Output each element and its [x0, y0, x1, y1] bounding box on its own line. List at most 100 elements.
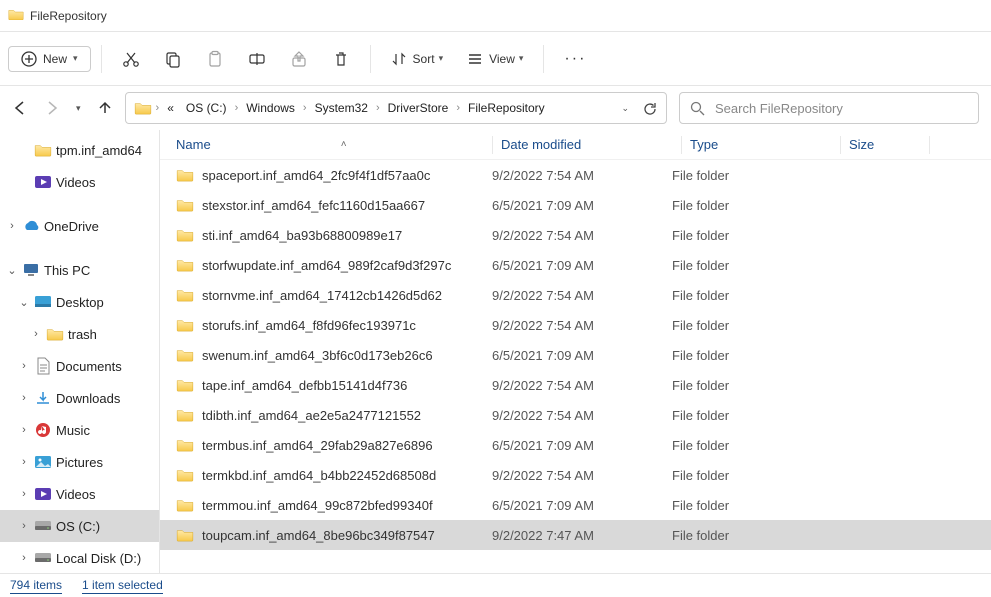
breadcrumb-item[interactable]: System32	[311, 99, 372, 117]
breadcrumb-item[interactable]: OS (C:)	[182, 99, 231, 117]
tree-chevron-icon[interactable]: ›	[18, 424, 30, 436]
file-row[interactable]: storfwupdate.inf_amd64_989f2caf9d3f297c6…	[160, 250, 991, 280]
column-size[interactable]: Size	[849, 137, 929, 152]
file-name: swenum.inf_amd64_3bf6c0d173eb26c6	[202, 348, 433, 363]
search-bar[interactable]	[679, 92, 979, 124]
sidebar-item[interactable]: ›Music	[0, 414, 159, 446]
sort-button[interactable]: Sort ▾	[381, 45, 454, 73]
sidebar-item[interactable]: ›OneDrive	[0, 210, 159, 242]
file-row[interactable]: termkbd.inf_amd64_b4bb22452d68508d9/2/20…	[160, 460, 991, 490]
cut-button[interactable]	[112, 44, 150, 74]
file-row[interactable]: tdibth.inf_amd64_ae2e5a24771215529/2/202…	[160, 400, 991, 430]
file-date: 9/2/2022 7:54 AM	[492, 228, 672, 243]
sidebar-item[interactable]: ⌄ Desktop	[0, 286, 159, 318]
recent-dropdown[interactable]: ▾	[76, 103, 81, 114]
address-dropdown[interactable]: ⌄	[621, 103, 629, 114]
tree-chevron-icon[interactable]: ›	[18, 456, 30, 468]
file-date: 6/5/2021 7:09 AM	[492, 438, 672, 453]
column-type[interactable]: Type	[690, 137, 840, 152]
file-row[interactable]: sti.inf_amd64_ba93b68800989e17 9/2/2022 7…	[160, 220, 991, 250]
chevron-right-icon: ›	[156, 102, 160, 114]
tree-chevron-icon[interactable]: ›	[6, 220, 18, 232]
folder-icon	[176, 198, 194, 212]
file-date: 9/2/2022 7:54 AM	[492, 468, 672, 483]
sidebar-item[interactable]: ›OS (C:)	[0, 510, 159, 542]
file-row[interactable]: stornvme.inf_amd64_17412cb1426d5d629/2/2…	[160, 280, 991, 310]
tree-chevron-icon[interactable]: ›	[18, 360, 30, 372]
delete-button[interactable]	[322, 44, 360, 74]
file-row[interactable]: stexstor.inf_amd64_fefc1160d15aa6676/5/2…	[160, 190, 991, 220]
search-input[interactable]	[715, 101, 968, 116]
breadcrumb-item[interactable]: DriverStore	[384, 99, 453, 117]
paste-icon	[206, 50, 224, 68]
forward-button[interactable]	[44, 100, 60, 116]
sidebar-item[interactable]: tpm.inf_amd64	[0, 134, 159, 166]
sort-label: Sort	[413, 52, 435, 66]
chevron-right-icon: ›	[303, 102, 307, 114]
refresh-button[interactable]	[643, 101, 658, 116]
address-bar[interactable]: › « OS (C:)›Windows›System32›DriverStore…	[125, 92, 667, 124]
sidebar-item[interactable]: ›trash	[0, 318, 159, 350]
file-row[interactable]: toupcam.inf_amd64_8be96bc349f875479/2/20…	[160, 520, 991, 550]
back-button[interactable]	[12, 100, 28, 116]
content-area: Name˄ Date modified Type Size spaceport.…	[160, 130, 991, 573]
file-type: File folder	[672, 198, 822, 213]
more-button[interactable]: ···	[554, 44, 596, 74]
toolbar: New ▾ Sort ▾ View ▾ ···	[0, 32, 991, 86]
breadcrumb-list: OS (C:)›Windows›System32›DriverStore›Fil…	[182, 99, 549, 117]
file-row[interactable]: spaceport.inf_amd64_2fc9f4f1df57aa0c9/2/…	[160, 160, 991, 190]
new-label: New	[43, 52, 67, 66]
file-row[interactable]: swenum.inf_amd64_3bf6c0d173eb26c66/5/202…	[160, 340, 991, 370]
file-name: sti.inf_amd64_ba93b68800989e17	[202, 228, 402, 243]
tree-chevron-icon[interactable]: ⌄	[6, 264, 18, 277]
sidebar-item[interactable]: ›Videos	[0, 478, 159, 510]
sidebar-item-label: Desktop	[56, 295, 104, 310]
file-type: File folder	[672, 318, 822, 333]
ellipsis-icon: ···	[564, 50, 586, 68]
sidebar-item[interactable]: ›Pictures	[0, 446, 159, 478]
sidebar-item-label: Videos	[56, 175, 96, 190]
breadcrumb-item[interactable]: FileRepository	[464, 99, 549, 117]
tree-chevron-icon[interactable]: ›	[18, 392, 30, 404]
breadcrumb-overflow[interactable]: «	[163, 99, 178, 117]
tree-chevron-icon[interactable]: ›	[18, 552, 30, 564]
share-button[interactable]	[280, 44, 318, 74]
view-button[interactable]: View ▾	[457, 45, 533, 73]
up-button[interactable]	[97, 100, 113, 116]
tree-chevron-icon[interactable]: ›	[18, 488, 30, 500]
file-row[interactable]: termbus.inf_amd64_29fab29a827e68966/5/20…	[160, 430, 991, 460]
folder-icon	[34, 141, 52, 159]
file-type: File folder	[672, 288, 822, 303]
file-row[interactable]: tape.inf_amd64_defbb15141d4f7369/2/2022 …	[160, 370, 991, 400]
view-label: View	[489, 52, 515, 66]
breadcrumb-item[interactable]: Windows	[242, 99, 299, 117]
file-name: stexstor.inf_amd64_fefc1160d15aa667	[202, 198, 425, 213]
folder-icon	[176, 258, 194, 272]
sidebar-item[interactable]: ⌄This PC	[0, 254, 159, 286]
column-name[interactable]: Name˄	[176, 137, 492, 152]
trash-icon	[332, 50, 350, 68]
sidebar: tpm.inf_amd64Videos›OneDrive⌄This PC⌄Des…	[0, 130, 160, 573]
tree-chevron-icon[interactable]: ⌄	[18, 296, 30, 309]
sidebar-item[interactable]: ›Downloads	[0, 382, 159, 414]
rename-button[interactable]	[238, 44, 276, 74]
sidebar-item[interactable]: ›Documents	[0, 350, 159, 382]
tree-chevron-icon[interactable]: ›	[30, 328, 42, 340]
window-title: FileRepository	[30, 9, 107, 23]
paste-button[interactable]	[196, 44, 234, 74]
sidebar-item[interactable]: Videos	[0, 166, 159, 198]
sidebar-item[interactable]: ›Local Disk (D:)	[0, 542, 159, 573]
copy-button[interactable]	[154, 44, 192, 74]
file-type: File folder	[672, 378, 822, 393]
tree-chevron-icon[interactable]: ›	[18, 520, 30, 532]
new-button[interactable]: New ▾	[8, 46, 91, 72]
desktop-icon	[34, 293, 52, 311]
file-date: 6/5/2021 7:09 AM	[492, 498, 672, 513]
file-row[interactable]: storufs.inf_amd64_f8fd96fec193971c9/2/20…	[160, 310, 991, 340]
chevron-down-icon: ▾	[73, 53, 78, 64]
column-date[interactable]: Date modified	[501, 137, 681, 152]
file-list[interactable]: spaceport.inf_amd64_2fc9f4f1df57aa0c9/2/…	[160, 160, 991, 573]
folder-icon	[176, 228, 194, 242]
file-row[interactable]: termmou.inf_amd64_99c872bfed99340f6/5/20…	[160, 490, 991, 520]
plus-circle-icon	[21, 51, 37, 67]
